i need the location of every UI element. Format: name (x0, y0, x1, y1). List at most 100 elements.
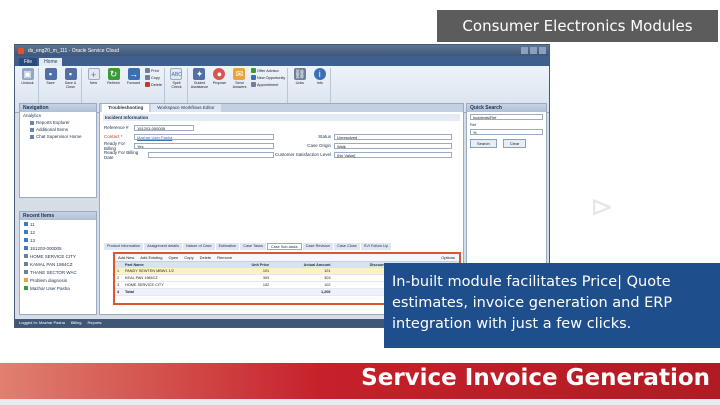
recent-item[interactable]: 12 (20, 228, 96, 236)
save-icon: ▪ (44, 68, 57, 80)
spell-check-button[interactable]: ABC Spell Check (168, 68, 185, 89)
app-logo-icon (18, 47, 24, 54)
reference-field[interactable]: 151203-000005 (134, 124, 194, 131)
subtab-case-tasks[interactable]: Case Tasks (240, 243, 266, 250)
new-icon: + (87, 68, 100, 80)
billing-date-field[interactable] (148, 151, 274, 158)
add-existing-button[interactable]: Add Existing (140, 255, 162, 260)
delete-button[interactable]: Delete (145, 82, 162, 87)
navigation-panel: Navigation Analytics Reports Explorer Ad… (19, 103, 97, 198)
menu-tab-home[interactable]: Home (39, 58, 63, 66)
undock-button[interactable]: ▣ Undock (19, 68, 36, 85)
undock-icon: ▣ (21, 68, 34, 80)
remove-button[interactable]: Remove (217, 255, 232, 260)
document-tabs: Troubleshooting Workspace Workflows Edit… (100, 104, 463, 112)
subtab-product-information[interactable]: Product Information (104, 243, 144, 250)
info-button[interactable]: i Info (311, 68, 328, 85)
billing-date-row: Ready For Billing Date Customer Satisfac… (100, 149, 463, 160)
grid-copy-button[interactable]: Copy (184, 255, 193, 260)
contact-icon (24, 286, 28, 290)
copy-button[interactable]: Copy (145, 75, 162, 80)
status-logged-in: Logged In: Mazhar Pasha (19, 320, 65, 325)
delete-icon (145, 82, 150, 87)
menu-tab-file[interactable]: File (19, 58, 38, 66)
recent-item[interactable]: Mazhar User Pasha (20, 284, 96, 292)
recent-item[interactable]: THANE SECTOR WAC (20, 268, 96, 276)
search-type-select[interactable]: Incidents/Ref (470, 114, 543, 120)
incident-icon (24, 238, 28, 242)
links-button[interactable]: ⛓ Links (291, 68, 308, 85)
subtab-estimation[interactable]: Estimation (215, 243, 240, 250)
reference-row: Reference # 151203-000005 (100, 123, 463, 132)
search-input[interactable]: % (470, 129, 543, 135)
recent-items-panel: Recent Items 11 12 13 151203-000005 HOME… (19, 211, 97, 315)
close-button[interactable] (539, 47, 546, 54)
subtab-case-revision[interactable]: Case Revision (302, 243, 334, 250)
new-opportunity-button[interactable]: New Opportunity (250, 75, 285, 80)
case-origin-select[interactable]: Walk (334, 142, 452, 149)
subtab-case-close[interactable]: Case Close (334, 243, 360, 250)
chat-icon (30, 134, 34, 139)
slide-title-banner: Consumer Electronics Modules (437, 10, 718, 42)
guided-assistance-button[interactable]: ✦ Guided Assistance (191, 68, 208, 89)
add-new-button[interactable]: Add New (118, 255, 134, 260)
new-button[interactable]: + New (85, 68, 102, 85)
print-button[interactable]: Print (145, 68, 162, 73)
subtab-svi-follow-up[interactable]: SVI Follow Up (360, 243, 391, 250)
window-controls (521, 47, 546, 54)
status-billing[interactable]: Billing (71, 320, 82, 326)
contact-field[interactable]: Mazhar User Pasha (134, 133, 274, 140)
subtab-nature-of-case[interactable]: Nature of Case (183, 243, 215, 250)
tab-troubleshooting[interactable]: Troubleshooting (102, 104, 150, 112)
grid-options-button[interactable]: Options (441, 255, 459, 260)
grid-toolbar: Add New Add Existing Open Copy Delete Re… (115, 254, 459, 262)
ready-billing-select[interactable]: Yes (134, 142, 274, 149)
record-icon (24, 262, 28, 266)
nav-item-chat-supervisor[interactable]: Chat Supervisor Home (20, 133, 96, 140)
contact-label: Contact * (104, 134, 123, 139)
print-icon (145, 68, 150, 73)
nav-item-reports-explorer[interactable]: Reports Explorer (20, 119, 96, 126)
menu-bar: File Home (15, 56, 549, 66)
clear-button[interactable]: Clear (502, 139, 527, 148)
nav-section-analytics[interactable]: Analytics (20, 112, 96, 119)
save-close-icon: ▪ (64, 68, 77, 80)
minimize-button[interactable] (521, 47, 528, 54)
subtab-case-sub-tasks[interactable]: Case Sub-tasks (266, 243, 302, 250)
window-titlebar: ds_eng20_m_111 - Oracle Service Cloud (15, 45, 549, 56)
search-button[interactable]: Search (470, 139, 497, 148)
recent-item[interactable]: 11 (20, 220, 96, 228)
send-answers-icon: ✉ (233, 68, 246, 80)
quick-search-title: Quick Search (467, 104, 546, 112)
billing-date-label: Ready For Billing Date (104, 149, 139, 160)
save-button[interactable]: ▪ Save (42, 68, 59, 85)
appointment-button[interactable]: Appointment (250, 82, 285, 87)
ready-billing-row: Ready For Billing Yes Case Origin Walk (100, 141, 463, 151)
subtab-assignment-details[interactable]: Assignment details (144, 243, 183, 250)
status-reports[interactable]: Reports (87, 320, 101, 326)
tab-workspace-editor[interactable]: Workspace Workflows Editor (151, 104, 221, 112)
maximize-button[interactable] (530, 47, 537, 54)
recent-item[interactable]: Problem diagnosis (20, 276, 96, 284)
open-button[interactable]: Open (168, 255, 178, 260)
recent-item[interactable]: 13 (20, 236, 96, 244)
recent-item[interactable]: KAMAL PAN 1984CZ (20, 260, 96, 268)
record-icon (24, 254, 28, 258)
folder-icon (30, 127, 34, 132)
recent-item[interactable]: HOME SERVICE CITY (20, 252, 96, 260)
offer-advisor-button[interactable]: Offer Advisor (250, 68, 285, 73)
refresh-button[interactable]: ↻ Refresh (105, 68, 122, 85)
chevron-right-icon: ⊳ (590, 190, 614, 223)
nav-item-additional-items[interactable]: Additional Items (20, 126, 96, 133)
status-select[interactable]: Unresolved (334, 133, 452, 140)
grid-delete-button[interactable]: Delete (200, 255, 212, 260)
recent-item[interactable]: 151203-000005 (20, 244, 96, 252)
save-close-button[interactable]: ▪ Save & Close (62, 68, 79, 89)
forward-button[interactable]: → Forward (125, 68, 142, 85)
send-answers-button[interactable]: ✉ Send Answers (231, 68, 248, 89)
recent-items-title: Recent Items (20, 212, 96, 220)
csat-select[interactable]: [No Value] (334, 151, 452, 158)
opportunity-icon (250, 75, 256, 80)
propose-button[interactable]: ● Propose (211, 68, 228, 85)
search-field-label: Ref (470, 122, 477, 127)
